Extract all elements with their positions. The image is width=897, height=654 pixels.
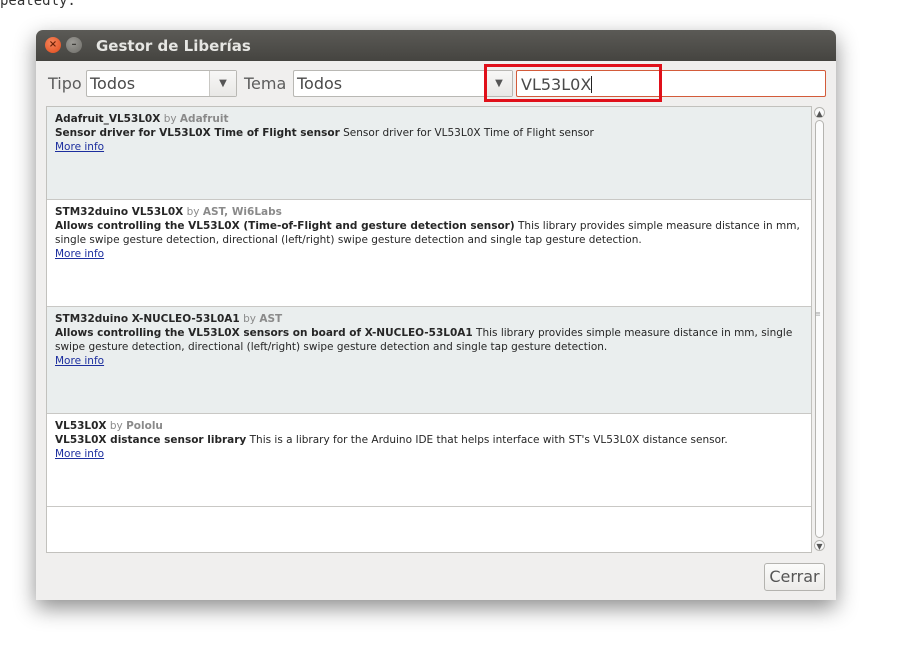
library-description: This is a library for the Arduino IDE th… [249, 434, 728, 446]
library-name: Adafruit_VL53L0X [55, 113, 161, 125]
tipo-label: Tipo [48, 74, 82, 93]
by-label: by [109, 420, 123, 432]
list-item[interactable]: Adafruit_VL53L0X by Adafruit Sensor driv… [47, 107, 811, 200]
tema-select[interactable]: Todos [293, 70, 512, 97]
tema-value: Todos [297, 74, 343, 93]
filter-bar: Tipo Todos ▼ Tema Todos ▼ VL53L0X [36, 61, 836, 103]
library-description: Sensor driver for VL53L0X Time of Flight… [343, 127, 594, 139]
library-author: Adafruit [179, 113, 229, 125]
library-sentence: Sensor driver for VL53L0X Time of Flight… [55, 127, 340, 139]
search-highlight-box [484, 64, 662, 102]
scroll-up-icon[interactable]: ▲ [814, 107, 825, 118]
library-author: AST [259, 313, 283, 325]
library-name: VL53L0X [55, 420, 107, 432]
by-label: by [163, 113, 177, 125]
list-item[interactable]: VL53L0X by Pololu VL53L0X distance senso… [47, 414, 811, 507]
grip-icon: ≡ [815, 310, 821, 318]
list-item[interactable]: STM32duino X-NUCLEO-53L0A1 by AST Allows… [47, 307, 811, 414]
close-button[interactable]: Cerrar [764, 563, 825, 591]
minimize-icon[interactable]: – [66, 37, 82, 53]
by-label: by [243, 313, 256, 325]
library-sentence: VL53L0X distance sensor library [55, 434, 247, 446]
more-info-link[interactable]: More info [55, 448, 104, 460]
library-manager-dialog: × – Gestor de Liberías Tipo Todos ▼ Tema… [36, 30, 836, 600]
tipo-select[interactable]: Todos ▼ [86, 70, 237, 97]
more-info-link[interactable]: More info [55, 141, 104, 153]
background-text: peatedly: [0, 0, 76, 9]
by-label: by [186, 206, 200, 218]
library-name: STM32duino VL53L0X [55, 206, 184, 218]
library-list[interactable]: Adafruit_VL53L0X by Adafruit Sensor driv… [46, 106, 812, 553]
titlebar[interactable]: × – Gestor de Liberías [36, 30, 836, 61]
library-sentence: Allows controlling the VL53L0X (Time-of-… [55, 220, 515, 232]
library-sentence: Allows controlling the VL53L0X sensors o… [55, 327, 473, 339]
scroll-down-icon[interactable]: ▼ [814, 540, 825, 551]
tema-label: Tema [244, 74, 287, 93]
library-author: Pololu [126, 420, 163, 432]
list-item[interactable]: STM32duino VL53L0X by AST, Wi6Labs Allow… [47, 200, 811, 307]
more-info-link[interactable]: More info [55, 248, 104, 260]
close-icon[interactable]: × [45, 37, 61, 53]
library-author: AST, Wi6Labs [202, 206, 282, 218]
more-info-link[interactable]: More info [55, 355, 104, 367]
window-title: Gestor de Liberías [96, 37, 251, 55]
library-name: STM32duino X-NUCLEO-53L0A1 [55, 313, 240, 325]
chevron-down-icon[interactable]: ▼ [209, 71, 236, 96]
scrollbar-thumb[interactable] [815, 120, 824, 538]
tipo-value: Todos [90, 74, 136, 93]
vertical-scrollbar[interactable]: ▲ ≡ ▼ [813, 106, 826, 553]
